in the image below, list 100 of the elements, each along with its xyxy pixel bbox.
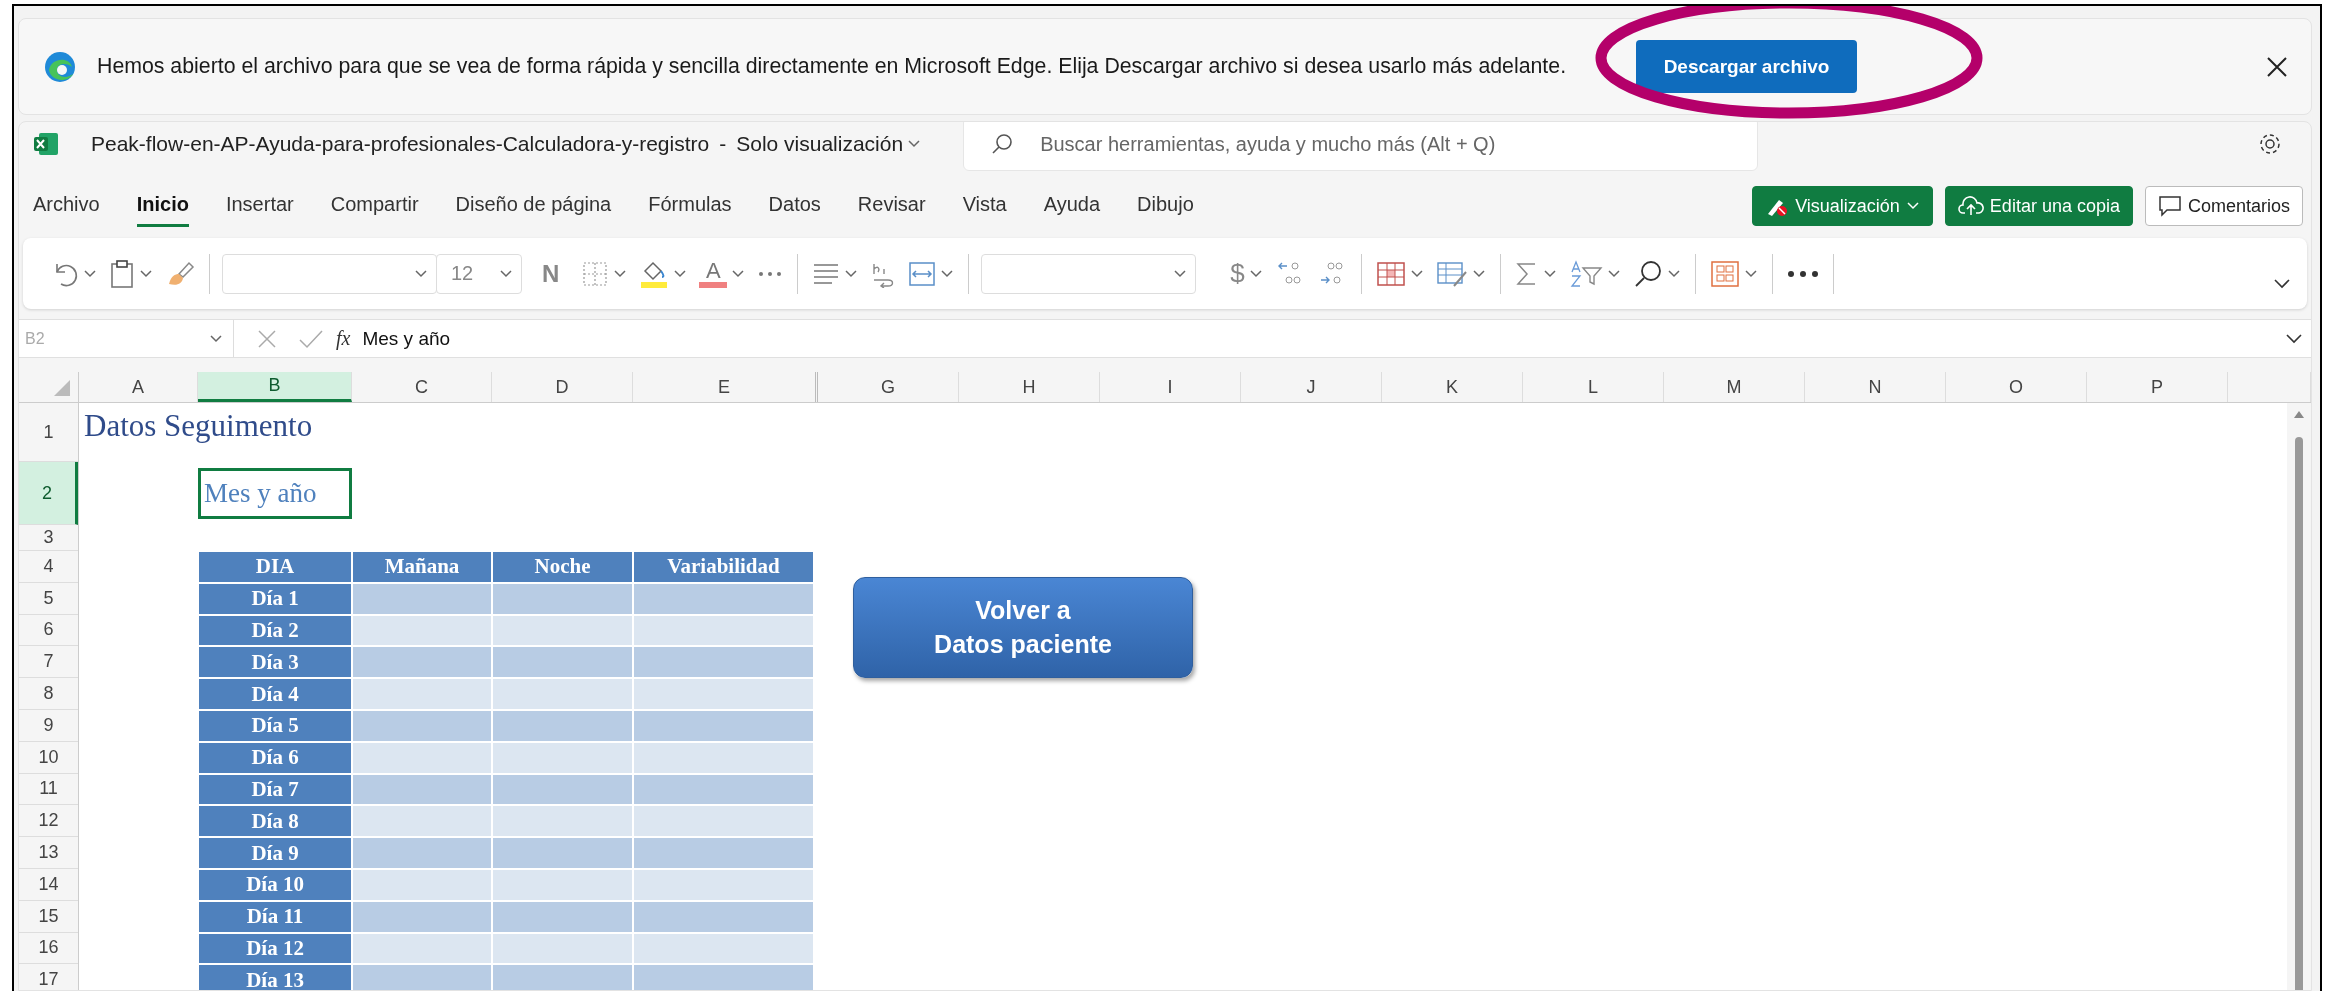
table-cell[interactable] — [492, 837, 633, 869]
table-cell[interactable] — [633, 837, 814, 869]
column-header[interactable]: N — [1805, 372, 1946, 402]
table-cell[interactable] — [633, 710, 814, 742]
table-cell[interactable] — [633, 932, 814, 965]
number-format-dropdown[interactable] — [981, 253, 1197, 294]
table-cell[interactable] — [633, 773, 814, 806]
month-cell[interactable]: Mes y año — [198, 468, 352, 519]
row-header[interactable]: 14 — [19, 868, 78, 901]
column-header[interactable]: C — [352, 372, 492, 402]
vertical-scrollbar[interactable] — [2287, 403, 2311, 990]
column-header[interactable]: G — [818, 372, 959, 402]
table-cell[interactable] — [352, 773, 492, 806]
table-cell[interactable] — [633, 678, 814, 710]
select-all-icon[interactable] — [52, 378, 72, 398]
ribbon-tab[interactable]: Fórmulas — [648, 185, 732, 227]
row-header[interactable]: 5 — [19, 582, 78, 615]
ribbon-tab[interactable]: Diseño de página — [455, 185, 612, 227]
table-cell[interactable] — [492, 868, 633, 901]
table-cell[interactable] — [492, 741, 633, 774]
view-mode-dropdown[interactable]: Solo visualización — [736, 132, 922, 156]
ribbon-tab[interactable]: Revisar — [857, 185, 926, 227]
column-header[interactable]: P — [2087, 372, 2228, 402]
table-cell[interactable] — [352, 805, 492, 838]
table-cell[interactable] — [492, 964, 633, 990]
row-header[interactable]: 3 — [19, 525, 78, 551]
row-header[interactable]: 13 — [19, 837, 78, 869]
row-header[interactable]: 11 — [19, 773, 78, 806]
chevron-down-icon[interactable] — [2285, 332, 2303, 345]
column-header[interactable]: I — [1100, 372, 1241, 402]
table-cell[interactable] — [352, 582, 492, 615]
view-mode-button[interactable]: Visualización — [1752, 186, 1933, 226]
row-header[interactable]: 12 — [19, 805, 78, 838]
currency-button[interactable]: $ — [1228, 256, 1265, 291]
column-header[interactable]: L — [1523, 372, 1664, 402]
table-cell[interactable] — [492, 678, 633, 710]
row-header[interactable]: 2 — [19, 462, 78, 525]
table-cell[interactable] — [352, 614, 492, 647]
row-header[interactable]: 8 — [19, 678, 78, 710]
row-header[interactable]: 15 — [19, 900, 78, 933]
column-header[interactable]: O — [1946, 372, 2087, 402]
row-header[interactable]: 16 — [19, 932, 78, 965]
row-header[interactable]: 17 — [19, 964, 78, 990]
row-header[interactable]: 9 — [19, 710, 78, 742]
table-cell[interactable] — [633, 741, 814, 774]
ribbon-tab[interactable]: Inicio — [136, 185, 189, 227]
table-cell[interactable] — [633, 805, 814, 838]
ribbon-tab[interactable]: Vista — [962, 185, 1007, 227]
table-cell[interactable] — [492, 773, 633, 806]
table-cell[interactable] — [633, 964, 814, 990]
cancel-icon[interactable] — [256, 327, 278, 350]
table-cell[interactable] — [492, 805, 633, 838]
table-cell[interactable] — [352, 964, 492, 990]
table-cell[interactable] — [492, 646, 633, 679]
row-header[interactable]: 7 — [19, 646, 78, 679]
row-header[interactable]: 6 — [19, 614, 78, 647]
table-cell[interactable] — [633, 614, 814, 647]
table-cell[interactable] — [352, 868, 492, 901]
table-cell[interactable] — [633, 646, 814, 679]
table-cell[interactable] — [633, 900, 814, 933]
function-label[interactable]: fx — [336, 327, 351, 350]
table-cell[interactable] — [352, 741, 492, 774]
table-cell[interactable] — [492, 614, 633, 647]
column-header[interactable]: H — [959, 372, 1100, 402]
ribbon-tab[interactable]: Compartir — [330, 185, 419, 227]
column-header[interactable]: E — [633, 372, 818, 402]
ribbon-tab[interactable]: Insertar — [225, 185, 294, 227]
back-to-patient-button[interactable]: Volver a Datos paciente — [853, 577, 1193, 678]
column-header[interactable]: K — [1382, 372, 1523, 402]
search-field[interactable]: Buscar herramientas, ayuda y mucho más (Alt + Q) — [963, 122, 1759, 171]
table-cell[interactable] — [633, 868, 814, 901]
table-cell[interactable] — [492, 932, 633, 965]
font-name-dropdown[interactable] — [222, 253, 437, 294]
ribbon-tab[interactable]: Dibujo — [1137, 185, 1194, 227]
row-header[interactable]: 4 — [19, 551, 78, 583]
ribbon-tab[interactable]: Datos — [768, 185, 821, 227]
ribbon-tab[interactable]: Archivo — [33, 185, 100, 227]
ribbon-tab[interactable]: Ayuda — [1043, 185, 1101, 227]
table-cell[interactable] — [633, 582, 814, 615]
table-cell[interactable] — [352, 678, 492, 710]
table-cell[interactable] — [352, 900, 492, 933]
table-cell[interactable] — [492, 710, 633, 742]
close-icon[interactable] — [2265, 54, 2289, 79]
table-cell[interactable] — [492, 900, 633, 933]
table-cell[interactable] — [352, 646, 492, 679]
column-header[interactable]: M — [1664, 372, 1805, 402]
bold-button[interactable]: N — [536, 258, 566, 289]
table-cell[interactable] — [492, 582, 633, 615]
edit-copy-button[interactable]: Editar una copia — [1944, 186, 2133, 226]
font-color-button[interactable]: A — [697, 257, 748, 290]
download-button[interactable]: Descargar archivo — [1636, 40, 1858, 93]
row-header[interactable]: 10 — [19, 741, 78, 774]
table-cell[interactable] — [352, 710, 492, 742]
column-header[interactable]: J — [1241, 372, 1382, 402]
column-header[interactable]: B — [198, 372, 352, 402]
font-size-dropdown[interactable]: 12 — [436, 253, 522, 294]
column-header[interactable]: D — [492, 372, 633, 402]
comments-button[interactable]: Comentarios — [2144, 186, 2303, 226]
table-cell[interactable] — [352, 837, 492, 869]
table-cell[interactable] — [352, 932, 492, 965]
